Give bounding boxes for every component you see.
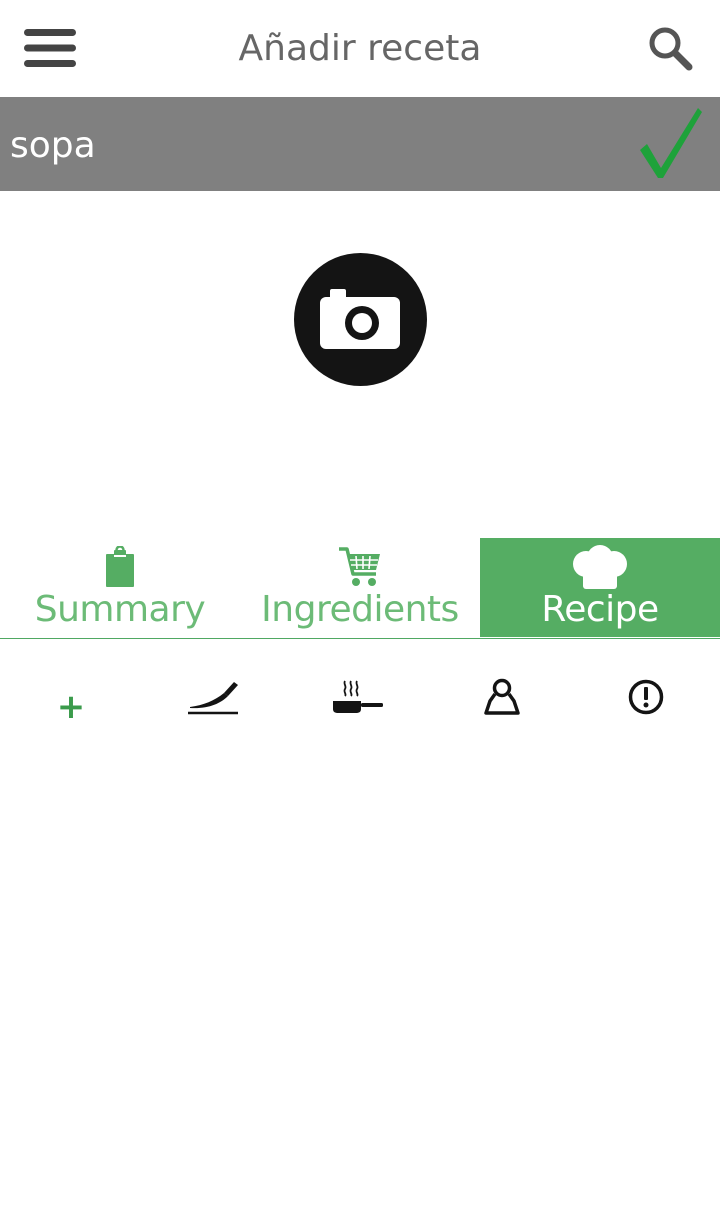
app-root: Añadir receta sopa Summary Ingredients R… — [0, 0, 720, 1228]
recipe-name-bar — [0, 97, 720, 191]
clipboard-icon — [0, 544, 240, 590]
chef-hat-icon — [480, 544, 720, 590]
knife-icon — [188, 682, 238, 715]
pan-button[interactable] — [318, 660, 398, 734]
tab-ingredients[interactable]: Ingredients — [240, 538, 480, 637]
add-step-button[interactable]: + — [31, 660, 111, 734]
hamburger-menu-icon[interactable] — [22, 26, 78, 70]
top-app-bar: Añadir receta — [0, 0, 720, 97]
tab-summary[interactable]: Summary — [0, 538, 240, 637]
recipe-tabs: Summary Ingredients Recipe — [0, 538, 720, 639]
alert-icon — [628, 679, 664, 715]
weight-icon — [484, 678, 520, 715]
tab-recipe[interactable]: Recipe — [480, 538, 720, 637]
tab-recipe-label: Recipe — [541, 589, 659, 630]
search-icon[interactable] — [646, 24, 694, 72]
add-photo-button[interactable] — [294, 253, 427, 386]
tab-summary-label: Summary — [34, 589, 206, 630]
recipe-name-input[interactable] — [10, 119, 610, 171]
shopping-cart-icon — [240, 544, 480, 590]
camera-icon — [320, 289, 400, 349]
page-title: Añadir receta — [238, 28, 482, 69]
knife-button[interactable] — [173, 660, 253, 734]
weight-button[interactable] — [462, 660, 542, 734]
recipe-step-toolbar: + — [0, 660, 720, 734]
pan-icon — [333, 680, 383, 713]
checkmark-icon[interactable] — [636, 104, 706, 184]
alert-button[interactable] — [606, 660, 686, 734]
tab-ingredients-label: Ingredients — [261, 589, 459, 630]
add-icon: + — [56, 687, 86, 727]
